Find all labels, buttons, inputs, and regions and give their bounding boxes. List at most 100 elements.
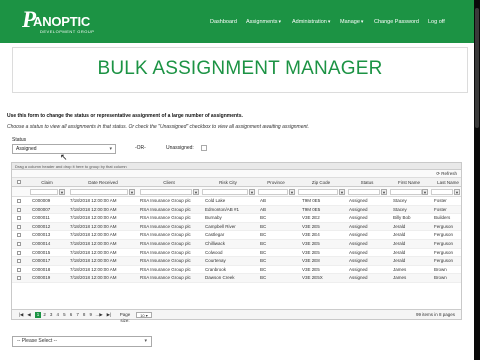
row-checkbox[interactable] xyxy=(17,276,21,281)
table-row[interactable]: C000019 7/18/2018 12:00:00 AM RSA Insuranc… xyxy=(12,274,461,283)
filter-input[interactable] xyxy=(390,189,422,195)
nav-change-password[interactable]: Change Password xyxy=(374,19,419,26)
table-cell: Brown xyxy=(434,266,447,272)
row-checkbox[interactable] xyxy=(17,207,21,212)
col-first-name[interactable]: First Name xyxy=(388,178,430,187)
table-cell: 7/18/2018 12:00:00 AM xyxy=(70,241,117,246)
filter-icon[interactable]: ▼ xyxy=(381,189,387,195)
filter-input[interactable] xyxy=(348,189,380,195)
table-row[interactable]: C000012 7/18/2018 12:00:00 AM RSA Insuranc… xyxy=(12,222,461,232)
table-cell: BC xyxy=(260,241,267,246)
nav-manage[interactable]: Manage▾ xyxy=(340,19,363,26)
nav-dashboard[interactable]: Dashboard xyxy=(210,19,237,26)
nav-assignments[interactable]: Assignments▾ xyxy=(246,19,281,26)
table-row[interactable]: C000007 7/18/2018 12:00:00 AM RSA Insuranc… xyxy=(12,205,461,215)
status-label: Status xyxy=(12,137,27,143)
row-checkbox[interactable] xyxy=(17,199,21,203)
col-client[interactable]: Client xyxy=(138,178,200,187)
row-checkbox[interactable] xyxy=(17,242,21,246)
page-number-button[interactable]: 6 xyxy=(68,312,74,318)
chevron-down-icon: ▾ xyxy=(144,338,147,344)
filter-icon[interactable]: ▼ xyxy=(193,189,199,195)
nav-logoff[interactable]: Log off xyxy=(428,19,445,26)
filter-input[interactable] xyxy=(258,189,288,195)
filter-icon[interactable]: ▼ xyxy=(249,189,255,195)
col-date-received[interactable]: Date Received xyxy=(68,178,138,187)
page-number-button[interactable]: 2 xyxy=(42,312,48,318)
scrollbar-thumb[interactable] xyxy=(475,8,479,128)
row-checkbox[interactable] xyxy=(17,233,21,238)
table-row[interactable]: C000013 7/18/2018 12:00:00 AM RSA Insuranc… xyxy=(12,231,461,240)
filter-icon[interactable]: ▼ xyxy=(129,189,135,195)
filter-icon[interactable]: ▼ xyxy=(454,189,460,195)
next-page-button[interactable]: ▶ xyxy=(98,312,104,318)
row-checkbox[interactable] xyxy=(17,267,21,272)
table-cell: Assigned xyxy=(349,223,368,229)
col-risk-city[interactable]: Risk City xyxy=(200,178,256,187)
table-row[interactable]: C000011 7/18/2018 12:00:00 AM RSA Insuranc… xyxy=(12,214,461,223)
table-cell: Ferguson xyxy=(434,258,454,264)
nav-administration[interactable]: Administration▾ xyxy=(292,19,330,26)
table-cell: James xyxy=(393,275,407,281)
filter-input[interactable] xyxy=(140,189,192,195)
filter-input[interactable] xyxy=(431,189,453,195)
filter-input[interactable] xyxy=(70,189,128,195)
grid-header: Claim Date Received Client Risk City Pro… xyxy=(12,178,461,187)
table-cell: V3E 2E5 xyxy=(302,249,320,255)
page-number-button[interactable]: 8 xyxy=(81,312,87,318)
col-claim[interactable]: Claim xyxy=(28,178,66,187)
title-banner: BULK ASSIGNMENT MANAGER xyxy=(12,47,468,93)
filter-input[interactable] xyxy=(298,189,338,195)
table-cell: Cranbrook xyxy=(205,266,227,272)
chevron-down-icon: ▾ xyxy=(360,19,364,25)
page-number-button[interactable]: 5 xyxy=(61,312,67,318)
filter-icon[interactable]: ▼ xyxy=(339,189,345,195)
col-status[interactable]: Status xyxy=(346,178,388,187)
select-all-checkbox[interactable] xyxy=(17,180,21,184)
filter-icon[interactable]: ▼ xyxy=(289,189,295,195)
table-cell: C000015 xyxy=(32,249,51,255)
window-scrollbar[interactable] xyxy=(474,0,480,360)
grid-pager: |◀ ◀ 1 2 3 4 5 6 7 8 9... ▶ ▶| Page size: 10 ▾ 9… xyxy=(12,309,461,323)
unassigned-checkbox[interactable] xyxy=(201,145,207,151)
group-drop-zone[interactable]: Drag a column header and drop it here to… xyxy=(12,163,461,170)
last-page-button[interactable]: ▶| xyxy=(105,312,113,318)
table-cell: Assigned xyxy=(349,215,368,221)
table-cell: RSA Insurance Group plc xyxy=(140,232,191,238)
col-zip-code[interactable]: Zip Code xyxy=(296,178,346,187)
table-row[interactable]: C000018 7/18/2018 12:00:00 AM RSA Insuranc… xyxy=(12,266,461,275)
refresh-button[interactable]: ⟳ Refresh xyxy=(436,171,457,177)
row-checkbox[interactable] xyxy=(17,250,21,255)
table-row[interactable]: C000017 7/18/2018 12:00:00 AM RSA Insuranc… xyxy=(12,257,461,266)
page-number-button[interactable]: 1 xyxy=(35,312,41,318)
table-cell: Chilliwack xyxy=(205,241,226,246)
or-label: -OR- xyxy=(135,145,146,151)
page-size-select[interactable]: 10 ▾ xyxy=(136,312,152,318)
table-cell: C000012 xyxy=(32,223,51,229)
refresh-icon: ⟳ xyxy=(436,171,440,176)
page-number-button[interactable]: 7 xyxy=(75,312,81,318)
filter-icon[interactable]: ▼ xyxy=(59,189,65,195)
filter-icon[interactable]: ▼ xyxy=(422,189,428,195)
table-row[interactable]: C000014 7/18/2018 12:00:00 AM RSA Insuranc… xyxy=(12,240,461,249)
table-cell: Builders xyxy=(434,215,451,221)
row-checkbox[interactable] xyxy=(17,224,21,229)
table-row[interactable]: C000009 7/18/2018 12:00:00 AM RSA Insuranc… xyxy=(12,197,461,206)
representative-select[interactable]: -- Please Select -- ▾ xyxy=(12,336,152,347)
filter-input[interactable] xyxy=(30,189,58,195)
filter-input[interactable] xyxy=(202,189,248,195)
table-cell: Jerald xyxy=(393,249,406,255)
page-number-button[interactable]: 9 xyxy=(88,312,94,318)
page-number-button[interactable]: 4 xyxy=(55,312,61,318)
col-last-name[interactable]: Last Name xyxy=(428,178,468,187)
first-page-button[interactable]: |◀ xyxy=(17,312,25,318)
prev-page-button[interactable]: ◀ xyxy=(26,312,32,318)
row-checkbox[interactable] xyxy=(17,216,21,221)
col-province[interactable]: Province xyxy=(256,178,296,187)
panoptic-logo[interactable]: P ANOPTIC DEVELOPMENT GROUP xyxy=(22,8,112,38)
row-checkbox[interactable] xyxy=(17,259,21,264)
page-number-button[interactable]: 3 xyxy=(48,312,54,318)
table-cell: Castlegar xyxy=(205,232,225,238)
chevron-down-icon: ▾ xyxy=(278,19,282,25)
table-row[interactable]: C000015 7/18/2018 12:00:00 AM RSA Insuranc… xyxy=(12,249,461,258)
